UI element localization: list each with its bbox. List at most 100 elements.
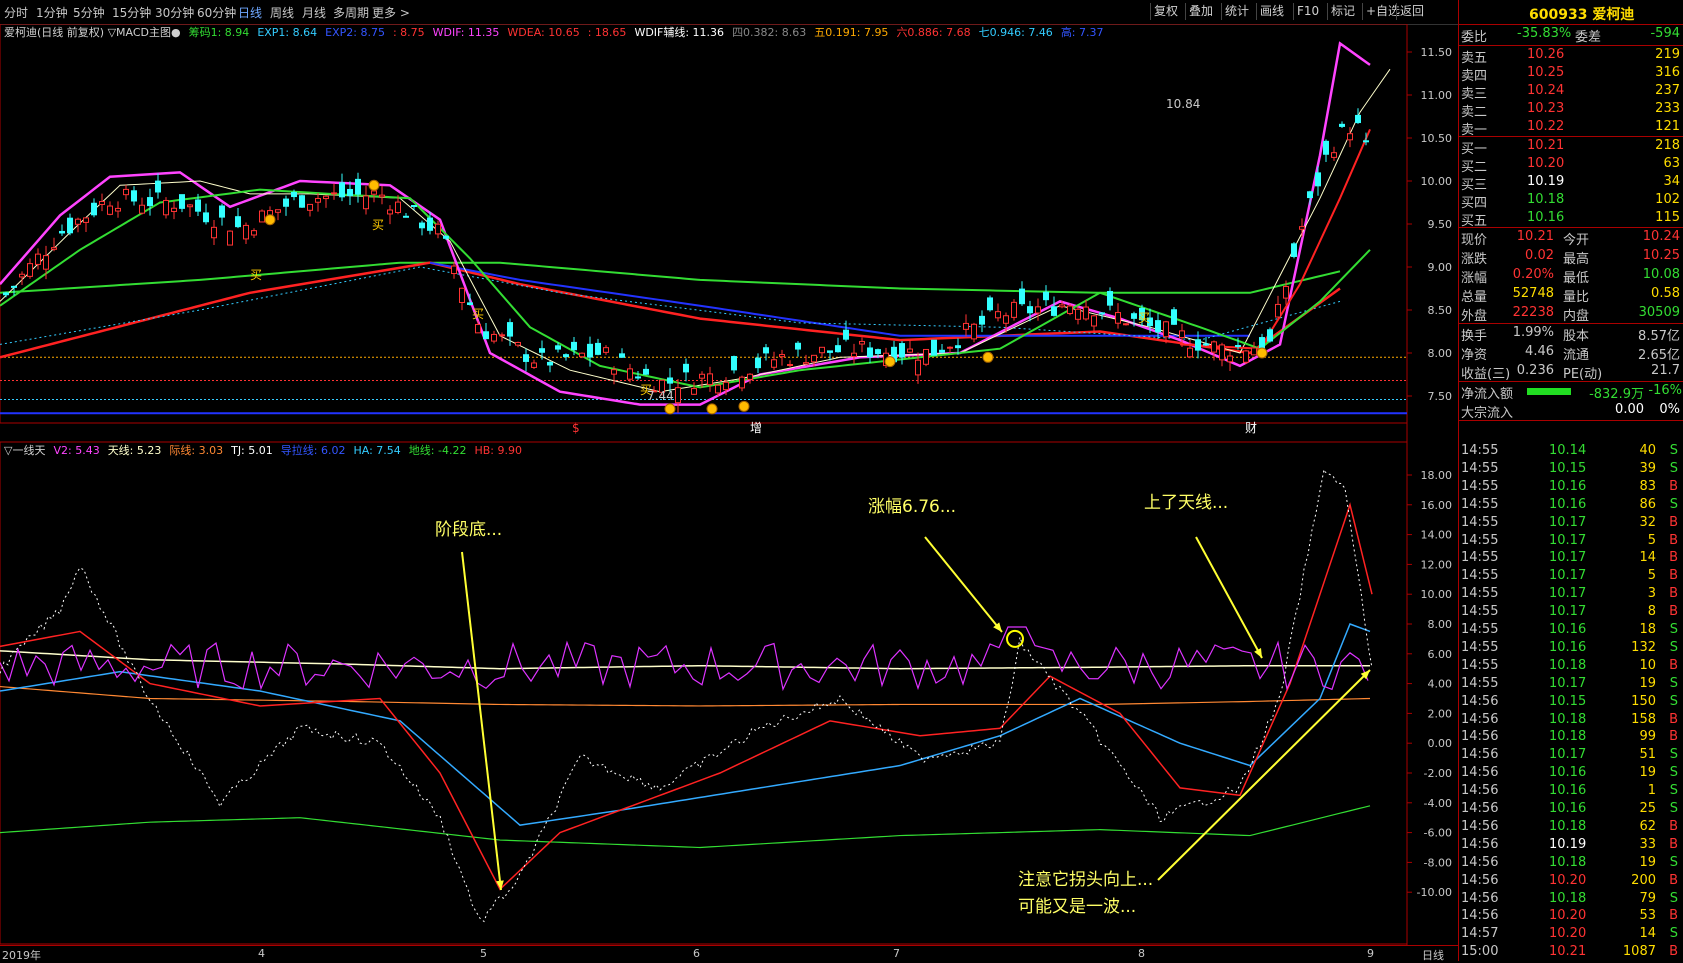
candle-body bbox=[131, 190, 137, 202]
toolbar-button-5[interactable]: 标记 bbox=[1327, 3, 1358, 20]
period-tab-10[interactable]: 更多 > bbox=[372, 4, 410, 21]
candle-body bbox=[275, 209, 281, 213]
sub-line-magenta-v2 bbox=[0, 626, 1369, 692]
candle-body bbox=[803, 362, 809, 365]
candle-body bbox=[643, 368, 649, 375]
tick-volume: 3 bbox=[1647, 586, 1656, 602]
candle-body bbox=[211, 226, 217, 239]
tick-volume: 51 bbox=[1639, 747, 1656, 763]
ask-volume: 233 bbox=[1655, 101, 1680, 116]
tick-time: 14:55 bbox=[1461, 657, 1499, 673]
panel-row: 买二 10.20 63 bbox=[1459, 155, 1683, 175]
period-tab-4[interactable]: 30分钟 bbox=[155, 4, 194, 21]
period-tab-7[interactable]: 周线 bbox=[270, 4, 294, 21]
candle-body bbox=[19, 273, 25, 278]
chart-area[interactable]: 爱柯迪(日线 前复权) ▽MACD主图● 筹码1: 8.94 EXP1: 8.64 E… bbox=[0, 24, 1458, 945]
period-tab-3[interactable]: 15分钟 bbox=[112, 4, 151, 21]
period-tab-5[interactable]: 60分钟 bbox=[197, 4, 236, 21]
period-tab-2[interactable]: 5分钟 bbox=[73, 4, 105, 21]
candle-body bbox=[619, 353, 625, 358]
tick-volume: 8 bbox=[1647, 604, 1656, 620]
candle-body bbox=[451, 265, 457, 275]
period-tab-9[interactable]: 多周期 bbox=[333, 4, 369, 21]
candle-body bbox=[811, 354, 817, 363]
candle-body bbox=[435, 223, 441, 235]
tick-time: 14:55 bbox=[1461, 532, 1499, 548]
candle-body bbox=[1347, 133, 1353, 141]
toolbar-button-1[interactable]: 叠加 bbox=[1185, 3, 1216, 20]
period-tab-8[interactable]: 月线 bbox=[302, 4, 326, 21]
bid-price: 10.20 bbox=[1527, 156, 1565, 171]
tick-direction: S bbox=[1669, 460, 1678, 476]
quote-value: 10.08 bbox=[1642, 267, 1680, 282]
chart-note-3: 注意它拐头向上... bbox=[1018, 870, 1153, 890]
toolbar-button-0[interactable]: 复权 bbox=[1150, 3, 1181, 20]
quote-value: 10.24 bbox=[1642, 229, 1680, 244]
candle-body bbox=[899, 343, 905, 358]
candle-body bbox=[635, 376, 641, 379]
tick-price: 10.18 bbox=[1549, 657, 1587, 673]
candle-body bbox=[723, 381, 729, 391]
candle-body bbox=[763, 347, 769, 354]
weibi-label: 委比 bbox=[1461, 30, 1488, 45]
tick-price: 10.21 bbox=[1549, 944, 1587, 960]
candle-body bbox=[603, 347, 609, 353]
panel-row: 卖四 10.25 316 bbox=[1459, 64, 1683, 84]
panel-row: 涨幅 0.20% 最低 10.08 bbox=[1459, 266, 1683, 286]
signal-dot-4 bbox=[738, 400, 750, 412]
period-tab-0[interactable]: 分时 bbox=[4, 4, 28, 21]
panel-row: 委比 -35.83% 委差 -594 bbox=[1459, 25, 1683, 45]
tick-direction: B bbox=[1669, 711, 1678, 727]
panel-row: 14:56 10.18 79 S bbox=[1459, 890, 1683, 908]
weicha-label: 委差 bbox=[1575, 30, 1602, 45]
candle-body bbox=[683, 363, 689, 373]
quote-value: 22238 bbox=[1512, 305, 1554, 320]
chart-annotation-6: 7.44 bbox=[647, 389, 674, 403]
quote-label: 总量 bbox=[1461, 290, 1488, 305]
chart-note-2: 上了天线... bbox=[1144, 493, 1228, 513]
tick-price: 10.17 bbox=[1549, 568, 1587, 584]
main-y-tick-label: 11.50 bbox=[1421, 46, 1453, 59]
tick-volume: 86 bbox=[1639, 496, 1656, 512]
candle-body bbox=[779, 354, 785, 358]
tick-volume: 14 bbox=[1639, 926, 1656, 942]
quote-label: 量比 bbox=[1563, 290, 1590, 305]
tick-direction: S bbox=[1669, 639, 1678, 655]
panel-row: 14:56 10.18 19 S bbox=[1459, 854, 1683, 872]
candle-body bbox=[859, 340, 865, 345]
sub-indicator-header-item-4: TJ: 5.01 bbox=[230, 444, 273, 457]
sub-y-tick-label: 8.00 bbox=[1428, 618, 1453, 631]
toolbar-button-7[interactable]: 返回 bbox=[1396, 3, 1427, 20]
candle-body bbox=[475, 324, 481, 334]
panel-row: 大宗流入 0.00 0% bbox=[1459, 401, 1683, 421]
tick-volume: 150 bbox=[1631, 693, 1656, 709]
tick-time: 14:55 bbox=[1461, 568, 1499, 584]
candle-body bbox=[67, 217, 73, 234]
candle-body bbox=[1323, 140, 1329, 155]
candle-body bbox=[499, 334, 505, 337]
panel-row: 买三 10.19 34 bbox=[1459, 173, 1683, 193]
panel-row: 涨跌 0.02 最高 10.25 bbox=[1459, 247, 1683, 267]
toolbar-button-3[interactable]: 画线 bbox=[1256, 3, 1287, 20]
toolbar-button-2[interactable]: 统计 bbox=[1221, 3, 1252, 20]
candle-body bbox=[107, 205, 113, 215]
tick-direction: S bbox=[1669, 496, 1678, 512]
candle-body bbox=[931, 339, 937, 356]
candle-body bbox=[1027, 306, 1033, 314]
tick-price: 10.17 bbox=[1549, 550, 1587, 566]
toolbar-button-4[interactable]: F10 bbox=[1293, 3, 1322, 20]
tick-time: 14:55 bbox=[1461, 514, 1499, 530]
tick-price: 10.15 bbox=[1549, 460, 1587, 476]
chart-annotation-0: 买 bbox=[250, 268, 262, 282]
ask-volume: 316 bbox=[1655, 65, 1680, 80]
panel-row: 600933 爱柯迪 bbox=[1459, 0, 1683, 24]
tick-direction: B bbox=[1669, 532, 1678, 548]
ask-volume: 121 bbox=[1655, 119, 1680, 134]
main-y-tick-label: 8.50 bbox=[1428, 304, 1453, 317]
signal-dot-1 bbox=[368, 179, 380, 191]
period-tab-6[interactable]: 日线 bbox=[238, 4, 262, 21]
tick-time: 14:56 bbox=[1461, 801, 1499, 816]
period-tab-1[interactable]: 1分钟 bbox=[36, 4, 68, 21]
tick-time: 14:55 bbox=[1461, 675, 1499, 691]
chart-note-0: 阶段底... bbox=[435, 520, 502, 540]
